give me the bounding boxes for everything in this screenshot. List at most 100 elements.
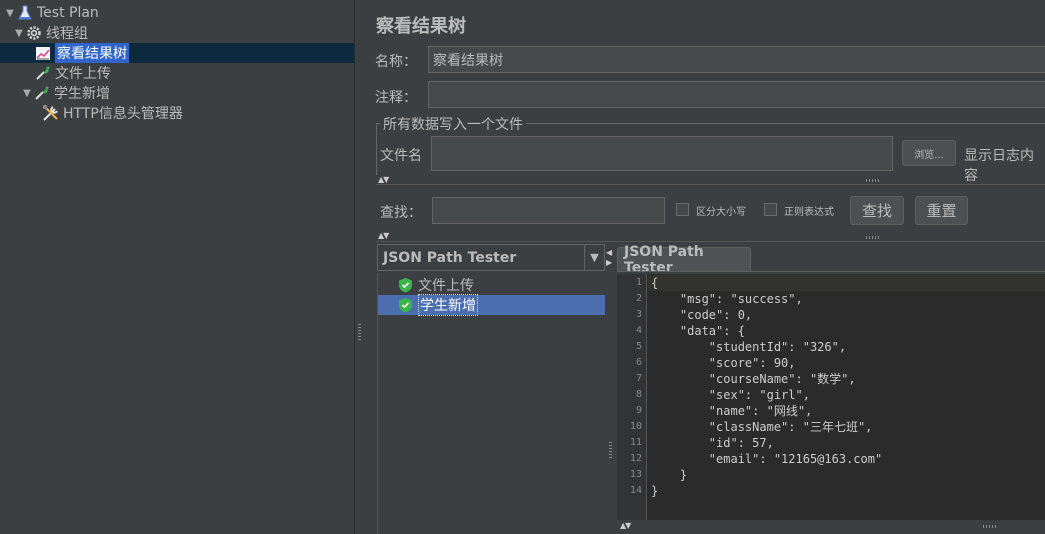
reset-button[interactable]: 重置 xyxy=(915,196,968,225)
collapse-arrow-icon[interactable]: ▼ xyxy=(4,7,16,19)
code-line: "studentId": "326", xyxy=(651,340,847,354)
name-label: 名称： xyxy=(375,54,417,70)
line-number: 2 xyxy=(635,293,642,304)
case-sensitive-label: 区分大小写 xyxy=(696,207,746,218)
divider-line xyxy=(376,184,1045,185)
code-line: "code": 0, xyxy=(651,308,753,322)
code-line: { xyxy=(651,276,659,290)
code-line: "score": 90, xyxy=(651,356,796,370)
write-to-file-group-title: 所有数据写入一个文件 xyxy=(380,114,526,134)
splitter-grip[interactable] xyxy=(609,442,612,458)
page-title: 察看结果树 xyxy=(376,16,466,37)
code-line: "data": { xyxy=(651,324,745,338)
comment-label: 注释： xyxy=(375,90,417,106)
editor-bottom-bar: ▲▼ xyxy=(617,520,1045,534)
line-number: 13 xyxy=(629,469,642,480)
tree-label-file-upload: 文件上传 xyxy=(55,66,111,82)
tree-node-thread-group[interactable]: ▼ 线程组 xyxy=(13,23,88,43)
sample-results-list: 文件上传 学生新增 xyxy=(377,273,606,534)
search-input[interactable] xyxy=(432,197,665,224)
divider-grip[interactable] xyxy=(866,236,880,239)
view-results-tree-panel: 察看结果树 名称： 察看结果树 注释： 所有数据写入一个文件 文件名 浏览...… xyxy=(363,0,1045,534)
result-item-label: 学生新增 xyxy=(418,294,478,316)
code-line: "courseName": "数学", xyxy=(651,372,856,386)
line-number: 12 xyxy=(629,453,642,464)
tree-label-view-results-tree: 察看结果树 xyxy=(55,43,129,63)
tree-label-student-add: 学生新增 xyxy=(54,86,110,102)
renderer-select-value: JSON Path Tester xyxy=(383,249,517,266)
collapse-arrows-icon[interactable]: ▲▼ xyxy=(620,521,631,530)
success-shield-icon xyxy=(397,277,413,293)
line-number: 1 xyxy=(635,277,642,288)
line-number: 14 xyxy=(629,485,642,496)
regex-label: 正则表达式 xyxy=(784,207,834,218)
tools-icon xyxy=(42,104,60,122)
search-label: 查找： xyxy=(380,205,422,221)
tree-label-thread-group: 线程组 xyxy=(46,26,88,42)
code-line: "name": "网线", xyxy=(651,404,813,418)
code-line: "email": "12165@163.com" xyxy=(651,452,883,466)
tree-label-test-plan: Test Plan xyxy=(37,5,99,21)
tree-node-student-add[interactable]: ▼ 学生新增 xyxy=(21,83,110,103)
code-line: } xyxy=(651,484,659,498)
chevron-down-icon[interactable]: ▼ xyxy=(584,245,604,270)
expand-right-icon[interactable]: ▶ xyxy=(606,258,612,267)
dropper-icon xyxy=(33,84,51,102)
line-number: 7 xyxy=(635,373,642,384)
collapse-arrows-icon[interactable]: ▲▼ xyxy=(378,175,389,184)
success-shield-icon xyxy=(397,297,413,313)
code-line: "className": "三年七班", xyxy=(651,420,873,434)
code-line: "sex": "girl", xyxy=(651,388,810,402)
name-field-value: 察看结果树 xyxy=(433,52,503,69)
renderer-select[interactable]: JSON Path Tester ▼ xyxy=(377,244,605,271)
tree-label-http-header-manager: HTTP信息头管理器 xyxy=(63,106,183,122)
gear-icon xyxy=(25,24,43,42)
collapse-arrows-icon[interactable]: ▲▼ xyxy=(378,231,389,240)
result-item-student-add[interactable]: 学生新增 xyxy=(378,294,606,316)
chart-icon xyxy=(34,44,52,62)
tab-bar-line xyxy=(617,271,1045,272)
line-number: 9 xyxy=(635,405,642,416)
dropper-icon xyxy=(34,64,52,82)
filename-label: 文件名 xyxy=(380,148,422,164)
result-item-file-upload[interactable]: 文件上传 xyxy=(378,275,606,295)
regex-checkbox[interactable] xyxy=(764,203,777,216)
line-number: 5 xyxy=(635,341,642,352)
tab-json-path-tester[interactable]: JSON Path Tester xyxy=(617,244,751,276)
case-sensitive-checkbox[interactable] xyxy=(676,203,689,216)
divider-grip[interactable] xyxy=(983,525,997,528)
line-number: 11 xyxy=(629,437,642,448)
name-field[interactable]: 察看结果树 xyxy=(428,46,1045,73)
code-line: "msg": "success", xyxy=(651,292,803,306)
tree-panel-splitter[interactable] xyxy=(354,0,363,534)
tree-node-view-results-tree[interactable]: 察看结果树 xyxy=(0,43,354,63)
result-item-label: 文件上传 xyxy=(418,278,474,294)
code-line: "id": 57, xyxy=(651,436,774,450)
browse-button[interactable]: 浏览... xyxy=(902,140,956,166)
splitter-grip[interactable] xyxy=(358,324,361,340)
tree-node-http-header-manager[interactable]: HTTP信息头管理器 xyxy=(42,103,183,123)
filename-field[interactable] xyxy=(431,136,893,171)
tree-node-file-upload[interactable]: 文件上传 xyxy=(34,63,111,83)
line-number: 4 xyxy=(635,325,642,336)
comment-field[interactable] xyxy=(428,81,1045,108)
line-number: 3 xyxy=(635,309,642,320)
code-line: } xyxy=(651,468,688,482)
collapse-arrow-icon[interactable]: ▼ xyxy=(13,27,25,39)
line-number-gutter: 1 2 3 4 5 6 7 8 9 10 11 12 13 14 xyxy=(617,274,647,520)
line-number: 10 xyxy=(629,421,642,432)
divider-line xyxy=(376,241,1045,242)
collapse-left-icon[interactable]: ◀ xyxy=(606,248,612,257)
test-plan-tree: ▼ Test Plan ▼ 线程组 察看结果树 文件上传 ▼ 学生新增 HTTP… xyxy=(0,0,354,534)
results-splitter[interactable]: ◀ ▶ xyxy=(605,244,615,534)
response-editor[interactable]: 1 2 3 4 5 6 7 8 9 10 11 12 13 14 { "msg": "success", … xyxy=(617,274,1045,520)
collapse-arrow-icon[interactable]: ▼ xyxy=(21,87,33,99)
current-line-highlight xyxy=(648,275,1045,291)
tree-node-test-plan[interactable]: ▼ Test Plan xyxy=(4,3,99,23)
line-number: 6 xyxy=(635,357,642,368)
flask-icon xyxy=(16,4,34,22)
find-button[interactable]: 查找 xyxy=(850,196,904,225)
log-content-label: 显示日志内容 xyxy=(964,148,1034,184)
divider-grip[interactable] xyxy=(866,179,880,182)
line-number: 8 xyxy=(635,389,642,400)
